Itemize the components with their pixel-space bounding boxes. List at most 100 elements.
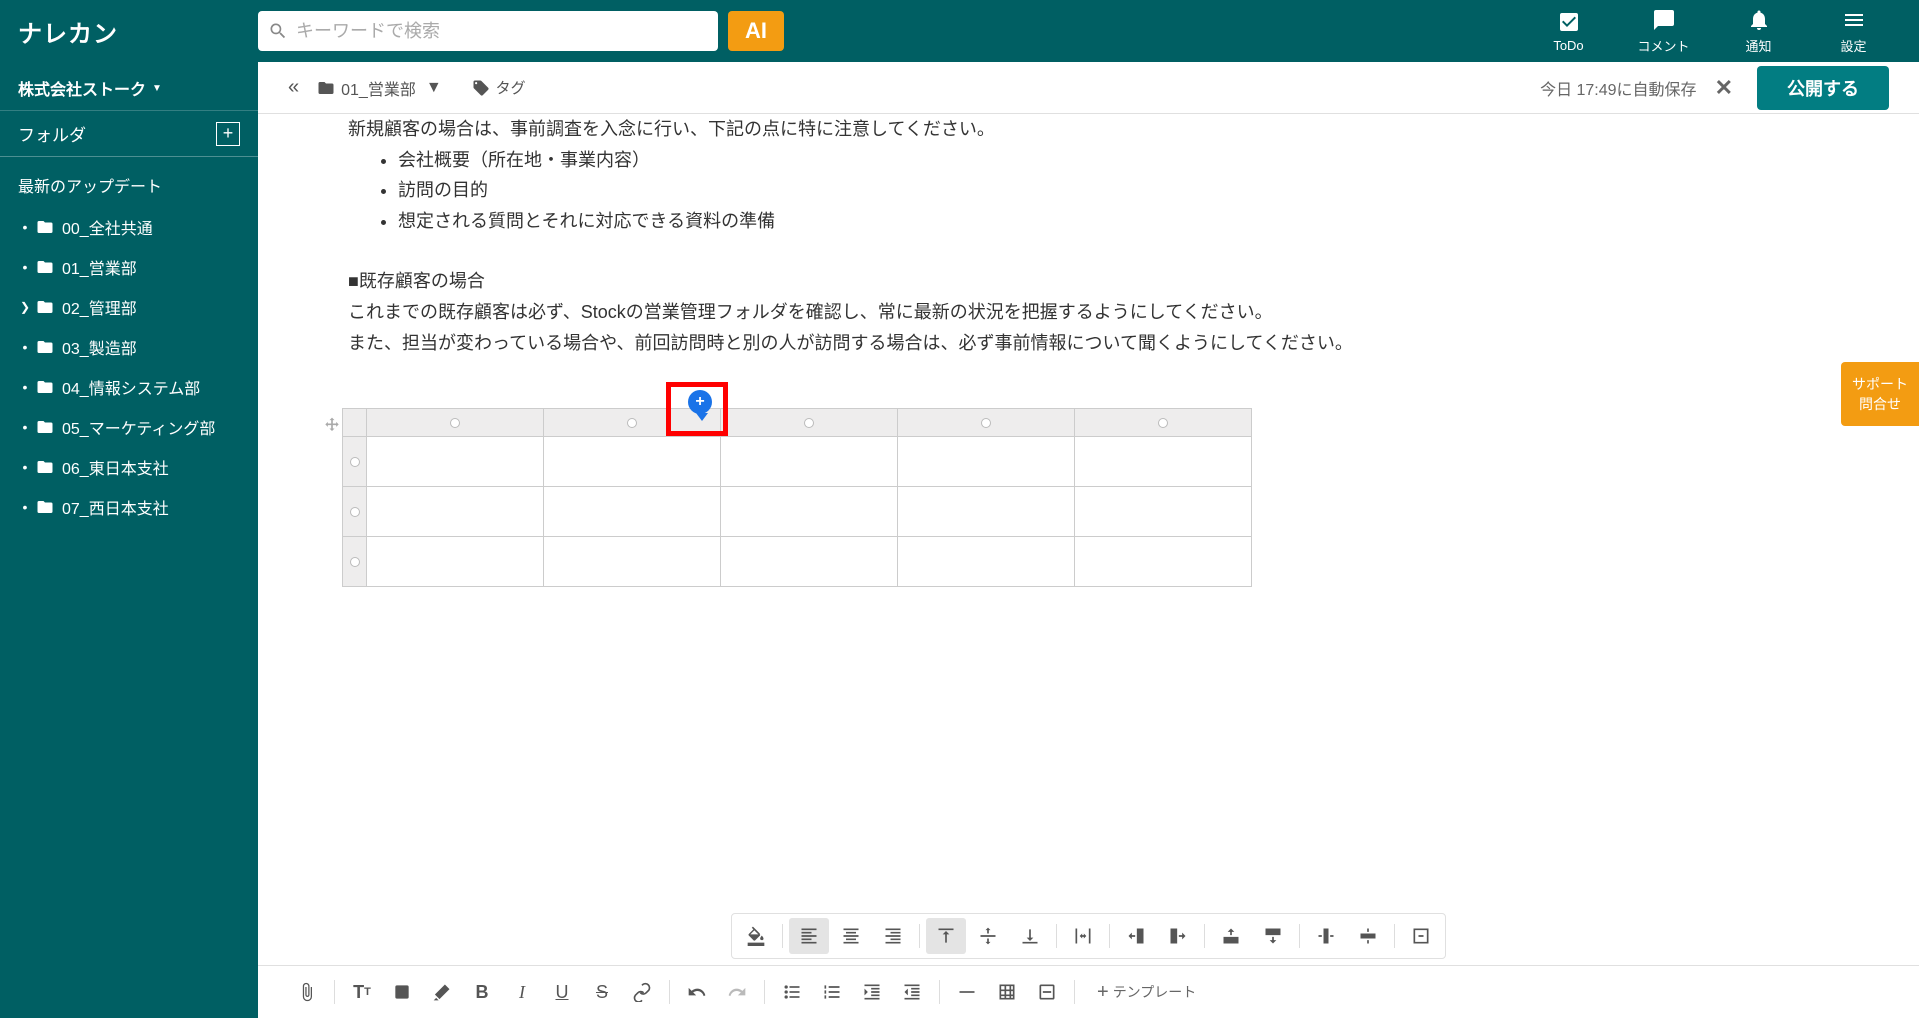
insert-row-below-button[interactable]	[1253, 918, 1293, 954]
text-color-button[interactable]	[383, 974, 421, 1010]
doc-body[interactable]: 新規顧客の場合は、事前調査を入念に行い、下記の点に特に注意してください。 会社概…	[258, 114, 1919, 913]
align-left-button[interactable]	[789, 918, 829, 954]
table-header-cell[interactable]	[367, 409, 544, 437]
row-handle-cell[interactable]	[343, 537, 367, 587]
outdent-button[interactable]	[893, 974, 931, 1010]
nav-settings[interactable]: 設定	[1806, 8, 1901, 55]
sidebar-folder-item[interactable]: 05_マーケティング部	[18, 407, 240, 447]
template-button[interactable]: +テンプレート	[1083, 981, 1206, 1004]
column-handle[interactable]	[804, 418, 814, 428]
close-button[interactable]: ✕	[1715, 75, 1733, 101]
numbered-list-button[interactable]	[813, 974, 851, 1010]
insert-col-left-button[interactable]	[1116, 918, 1156, 954]
table-cell[interactable]	[721, 487, 898, 537]
table-header-cell[interactable]	[898, 409, 1075, 437]
checkbox-button[interactable]	[1028, 974, 1066, 1010]
text-size-button[interactable]: TT	[343, 974, 381, 1010]
table-cell[interactable]	[898, 487, 1075, 537]
support-button[interactable]: サポート 問合せ	[1841, 362, 1919, 426]
fill-color-button[interactable]	[736, 918, 776, 954]
doc-line[interactable]: これまでの既存顧客は必ず、Stockの営業管理フォルダを確認し、常に最新の状況を…	[348, 297, 1829, 328]
insert-column-marker[interactable]: +	[688, 390, 716, 428]
doc-bullet[interactable]: 想定される質問とそれに対応できる資料の準備	[398, 206, 1829, 237]
table-cell[interactable]	[544, 487, 721, 537]
column-handle[interactable]	[627, 418, 637, 428]
table-cell[interactable]	[544, 537, 721, 587]
move-handle-icon[interactable]	[322, 416, 342, 436]
sidebar-folder-item[interactable]: 07_西日本支社	[18, 487, 240, 527]
row-handle[interactable]	[350, 457, 360, 467]
search-box[interactable]	[258, 11, 718, 51]
insert-col-right-button[interactable]	[1158, 918, 1198, 954]
bold-button[interactable]: B	[463, 974, 501, 1010]
breadcrumb-folder[interactable]: 01_営業部 ▼	[317, 76, 452, 100]
delete-row-button[interactable]	[1348, 918, 1388, 954]
sidebar-folder-item[interactable]: 00_全社共通	[18, 207, 240, 247]
doc-text[interactable]: 新規顧客の場合は、事前調査を入念に行い、下記の点に特に注意してください。 会社概…	[318, 114, 1859, 358]
strikethrough-button[interactable]: S	[583, 974, 621, 1010]
table-cell[interactable]	[544, 437, 721, 487]
table-cell[interactable]	[898, 437, 1075, 487]
row-handle-cell[interactable]	[343, 437, 367, 487]
link-button[interactable]	[623, 974, 661, 1010]
indent-button[interactable]	[853, 974, 891, 1010]
table-cell[interactable]	[721, 537, 898, 587]
collapse-left-icon[interactable]: «	[288, 76, 299, 99]
column-handle[interactable]	[981, 418, 991, 428]
company-selector[interactable]: 株式会社ストーク ▼	[0, 76, 258, 110]
column-handle[interactable]	[1158, 418, 1168, 428]
delete-col-button[interactable]	[1306, 918, 1346, 954]
table-cell[interactable]	[898, 537, 1075, 587]
tag-selector[interactable]: タグ	[472, 77, 526, 98]
doc-bullet[interactable]: 訪問の目的	[398, 175, 1829, 206]
table-header-cell[interactable]	[721, 409, 898, 437]
redo-button[interactable]	[718, 974, 756, 1010]
editable-table[interactable]	[342, 408, 1252, 587]
table-cell[interactable]	[721, 437, 898, 487]
attachment-button[interactable]	[288, 974, 326, 1010]
align-right-button[interactable]	[873, 918, 913, 954]
table-cell[interactable]	[367, 437, 544, 487]
table-cell[interactable]	[1075, 437, 1252, 487]
search-input[interactable]	[296, 21, 708, 42]
undo-button[interactable]	[678, 974, 716, 1010]
bullet-list-button[interactable]	[773, 974, 811, 1010]
row-handle[interactable]	[350, 507, 360, 517]
sidebar-folder-item[interactable]: 01_営業部	[18, 247, 240, 287]
doc-section-head[interactable]: ■既存顧客の場合	[348, 266, 1829, 297]
table-cell[interactable]	[367, 487, 544, 537]
nav-todo[interactable]: ToDo	[1521, 8, 1616, 55]
table-button[interactable]	[988, 974, 1026, 1010]
table-cell[interactable]	[367, 537, 544, 587]
underline-button[interactable]: U	[543, 974, 581, 1010]
nav-comment[interactable]: コメント	[1616, 8, 1711, 55]
ai-button[interactable]: AI	[728, 11, 784, 51]
highlight-button[interactable]	[423, 974, 461, 1010]
row-handle-cell[interactable]	[343, 487, 367, 537]
insert-row-above-button[interactable]	[1211, 918, 1251, 954]
sidebar-folder-item[interactable]: 03_製造部	[18, 327, 240, 367]
doc-line[interactable]: また、担当が変わっている場合や、前回訪問時と別の人が訪問する場合は、必ず事前情報…	[348, 328, 1829, 359]
align-center-button[interactable]	[831, 918, 871, 954]
valign-middle-button[interactable]	[968, 918, 1008, 954]
doc-line[interactable]: 新規顧客の場合は、事前調査を入念に行い、下記の点に特に注意してください。	[348, 114, 1829, 145]
sidebar-folder-item[interactable]: 04_情報システム部	[18, 367, 240, 407]
hr-button[interactable]	[948, 974, 986, 1010]
merge-cells-button[interactable]	[1401, 918, 1441, 954]
table-cell[interactable]	[1075, 487, 1252, 537]
italic-button[interactable]: I	[503, 974, 541, 1010]
valign-bottom-button[interactable]	[1010, 918, 1050, 954]
publish-button[interactable]: 公開する	[1757, 66, 1889, 110]
sidebar-folder-item[interactable]: 02_管理部	[18, 287, 240, 327]
sidebar-folder-item[interactable]: 06_東日本支社	[18, 447, 240, 487]
distribute-horiz-button[interactable]	[1063, 918, 1103, 954]
add-folder-button[interactable]: +	[216, 122, 240, 146]
updates-label[interactable]: 最新のアップデート	[0, 157, 258, 207]
table-cell[interactable]	[1075, 537, 1252, 587]
doc-bullet[interactable]: 会社概要（所在地・事業内容）	[398, 145, 1829, 176]
row-handle[interactable]	[350, 557, 360, 567]
table-header-cell[interactable]	[1075, 409, 1252, 437]
column-handle[interactable]	[450, 418, 460, 428]
valign-top-button[interactable]	[926, 918, 966, 954]
nav-bell[interactable]: 通知	[1711, 8, 1806, 55]
